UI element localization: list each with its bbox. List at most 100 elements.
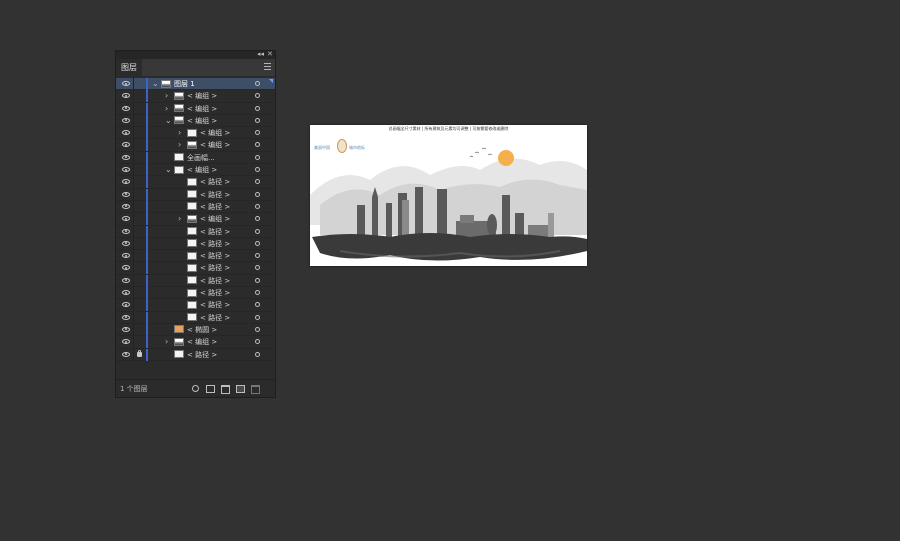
- lock-toggle[interactable]: [133, 348, 145, 360]
- layer-row[interactable]: 全画幅...: [116, 151, 275, 165]
- layer-row[interactable]: › < 编组 >: [116, 213, 275, 226]
- target-circle-icon[interactable]: [255, 81, 260, 86]
- visibility-eye-icon[interactable]: [122, 253, 130, 259]
- visibility-eye-icon[interactable]: [122, 191, 130, 197]
- tab-layers[interactable]: 图层: [116, 59, 142, 76]
- lock-toggle[interactable]: [133, 200, 145, 212]
- visibility-eye-icon[interactable]: [122, 130, 130, 136]
- clipping-mask-icon[interactable]: [206, 385, 215, 393]
- lock-toggle[interactable]: [133, 164, 145, 176]
- lock-toggle[interactable]: [133, 127, 145, 139]
- layer-row[interactable]: < 路径 >: [116, 200, 275, 214]
- layer-label[interactable]: < 路径 >: [187, 349, 217, 361]
- visibility-eye-icon[interactable]: [122, 117, 130, 123]
- target-circle-icon[interactable]: [255, 302, 260, 308]
- layer-row[interactable]: › < 编组 >: [116, 139, 275, 152]
- target-circle-icon[interactable]: [255, 130, 260, 136]
- layer-row[interactable]: < 路径 >: [116, 188, 275, 201]
- lock-toggle[interactable]: [133, 102, 145, 114]
- visibility-eye-icon[interactable]: [122, 167, 130, 173]
- target-circle-icon[interactable]: [255, 93, 260, 99]
- layer-row[interactable]: < 路径 >: [116, 287, 275, 300]
- visibility-eye-icon[interactable]: [122, 179, 130, 185]
- layer-label[interactable]: < 编组 >: [187, 336, 217, 348]
- visibility-eye-icon[interactable]: [122, 351, 130, 357]
- layer-row[interactable]: ⌄ < 编组 >: [116, 114, 275, 128]
- visibility-eye-icon[interactable]: [122, 93, 130, 99]
- layer-row[interactable]: < 路径 >: [116, 176, 275, 189]
- visibility-eye-icon[interactable]: [122, 142, 130, 148]
- visibility-eye-icon[interactable]: [122, 228, 130, 234]
- layer-label[interactable]: < 编组 >: [187, 90, 217, 102]
- layer-label[interactable]: < 路径 >: [200, 287, 230, 299]
- lock-toggle[interactable]: [133, 139, 145, 151]
- layer-row[interactable]: < 路径 >: [116, 262, 275, 275]
- layer-label[interactable]: 图层 1: [174, 78, 195, 90]
- visibility-eye-icon[interactable]: [122, 216, 130, 222]
- layer-label[interactable]: < 路径 >: [200, 189, 230, 201]
- lock-toggle[interactable]: [133, 287, 145, 299]
- layer-label[interactable]: < 路径 >: [200, 312, 230, 324]
- layer-row[interactable]: › < 编组 >: [116, 102, 275, 115]
- lock-toggle[interactable]: [133, 250, 145, 262]
- target-circle-icon[interactable]: [255, 240, 260, 246]
- visibility-eye-icon[interactable]: [122, 105, 130, 111]
- layer-row[interactable]: < 路径 >: [116, 274, 275, 288]
- visibility-eye-icon[interactable]: [122, 326, 130, 332]
- target-circle-icon[interactable]: [255, 290, 260, 296]
- chevron-down-icon[interactable]: ⌄: [152, 79, 159, 89]
- visibility-eye-icon[interactable]: [122, 265, 130, 271]
- lock-toggle[interactable]: [133, 225, 145, 237]
- target-circle-icon[interactable]: [255, 117, 260, 123]
- layer-row[interactable]: › < 编组 >: [116, 336, 275, 349]
- layer-row[interactable]: › < 编组 >: [116, 127, 275, 140]
- layer-label[interactable]: < 编组 >: [200, 213, 230, 225]
- target-circle-icon[interactable]: [255, 265, 260, 271]
- layer-row[interactable]: › < 编组 >: [116, 90, 275, 103]
- visibility-eye-icon[interactable]: [122, 81, 130, 86]
- target-circle-icon[interactable]: [255, 228, 260, 234]
- lock-toggle[interactable]: [133, 114, 145, 126]
- layer-row[interactable]: < 路径 >: [116, 311, 275, 324]
- visibility-eye-icon[interactable]: [122, 339, 130, 345]
- new-layer-icon[interactable]: [236, 385, 245, 393]
- target-circle-icon[interactable]: [255, 326, 260, 332]
- chevron-right-icon[interactable]: ›: [165, 104, 168, 114]
- layer-label[interactable]: < 编组 >: [200, 139, 230, 151]
- layer-row[interactable]: < 椭圆 >: [116, 323, 275, 337]
- target-circle-icon[interactable]: [255, 154, 260, 160]
- layer-label[interactable]: < 编组 >: [200, 127, 230, 139]
- layer-label[interactable]: < 路径 >: [200, 299, 230, 311]
- visibility-eye-icon[interactable]: [122, 240, 130, 246]
- target-circle-icon[interactable]: [255, 191, 260, 197]
- lock-toggle[interactable]: [133, 176, 145, 188]
- lock-toggle[interactable]: [133, 213, 145, 225]
- chevron-right-icon[interactable]: ›: [178, 214, 181, 224]
- layer-label[interactable]: 全画幅...: [187, 152, 215, 164]
- target-circle-icon[interactable]: [255, 277, 260, 283]
- lock-toggle[interactable]: [133, 311, 145, 323]
- visibility-eye-icon[interactable]: [122, 314, 130, 320]
- visibility-eye-icon[interactable]: [122, 290, 130, 296]
- target-circle-icon[interactable]: [255, 351, 260, 357]
- layer-label[interactable]: < 编组 >: [187, 103, 217, 115]
- visibility-eye-icon[interactable]: [122, 277, 130, 283]
- layer-label[interactable]: < 路径 >: [200, 238, 230, 250]
- lock-toggle[interactable]: [133, 188, 145, 200]
- chevron-right-icon[interactable]: ›: [178, 128, 181, 138]
- layer-label[interactable]: < 路径 >: [200, 275, 230, 287]
- layer-label[interactable]: < 椭圆 >: [187, 324, 217, 336]
- artboard[interactable]: 总画幅全尺寸素材 | 所有建筑及元素均可调整 | 可按需要修改或删除 美丽中国 …: [310, 125, 587, 266]
- target-circle-icon[interactable]: [255, 203, 260, 209]
- layer-row[interactable]: < 路径 >: [116, 299, 275, 312]
- layer-row[interactable]: ⌄ 图层 1: [116, 78, 275, 91]
- lock-toggle[interactable]: [133, 237, 145, 249]
- lock-toggle[interactable]: [133, 90, 145, 102]
- target-circle-icon[interactable]: [255, 167, 260, 173]
- visibility-eye-icon[interactable]: [122, 154, 130, 160]
- layer-label[interactable]: < 路径 >: [200, 262, 230, 274]
- chevron-down-icon[interactable]: ⌄: [165, 116, 172, 126]
- layer-row[interactable]: < 路径 >: [116, 225, 275, 238]
- target-circle-icon[interactable]: [255, 142, 260, 148]
- layer-row[interactable]: ⌄ < 编组 >: [116, 164, 275, 177]
